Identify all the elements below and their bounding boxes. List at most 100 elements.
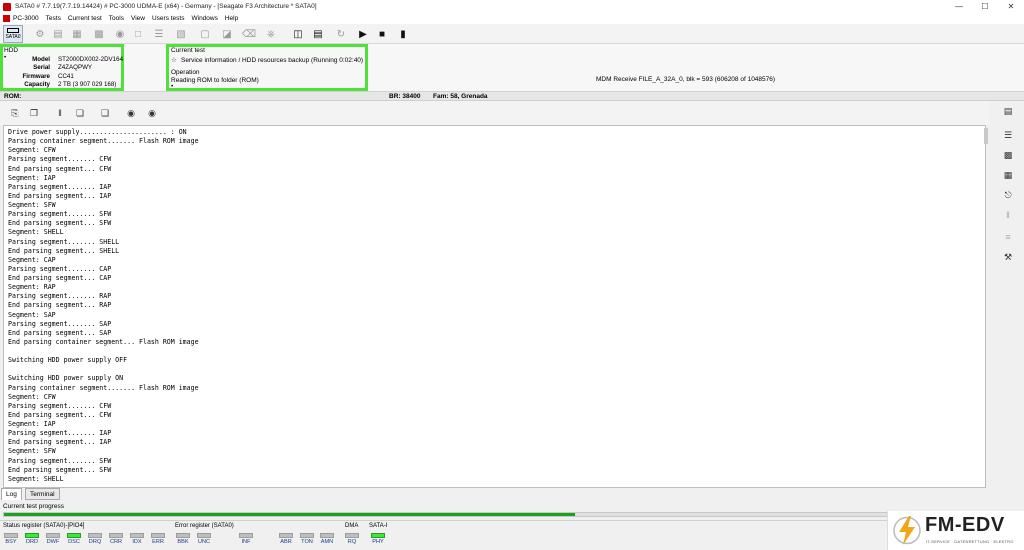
register-led (345, 533, 359, 538)
copy-log-icon[interactable]: ❐ (27, 106, 41, 120)
progress-bar (3, 512, 993, 517)
register-bit-name: BBK (177, 539, 189, 545)
log-line: End parsing segment... SAP (8, 328, 112, 337)
capacity-value: 2 TB (3 907 029 168) (58, 81, 117, 88)
settings-list-icon[interactable]: ≡ (999, 229, 1017, 245)
utility-icon[interactable]: ▤ (310, 26, 326, 42)
error-register-title: Error register (SATA0) (175, 523, 234, 529)
log-line: Segment: SHELL (8, 474, 64, 483)
log-line: Parsing segment....... RAP (8, 292, 112, 301)
log-line: Segment: CFW (8, 146, 56, 155)
sectors-icon[interactable]: ◉ (112, 26, 128, 42)
reset-icon[interactable]: ↻ (333, 26, 349, 42)
pause-small-icon[interactable]: ‖ (999, 207, 1017, 223)
sata-port-button[interactable]: SATA0 (3, 25, 23, 43)
clear-log-icon[interactable]: ❏ (73, 106, 87, 120)
menu-windows[interactable]: Windows (191, 15, 217, 22)
log-scrollbar-thumb[interactable] (984, 128, 988, 144)
model-key: Model (32, 56, 50, 63)
app-window: SATA0 # 7.7.19(7.7.19.14424) # PC-3000 U… (0, 0, 1024, 550)
register-bit-name: RQ (347, 539, 357, 545)
id-icon[interactable]: ▤ (50, 26, 66, 42)
pin-icon[interactable]: ⎋ (999, 187, 1017, 203)
register-bit-abr: ABR (278, 533, 294, 545)
menu-pc3000[interactable]: PC-3000 (13, 15, 39, 22)
progress-fill (4, 513, 576, 516)
register-bit-bsy: BSY (3, 533, 19, 545)
copy-icon[interactable]: ❑ (98, 106, 112, 120)
log-line: End parsing segment... IAP (8, 438, 112, 447)
hdd-section-label: HDD (4, 47, 19, 54)
register-bit-err: ERR (150, 533, 166, 545)
smart-icon[interactable]: ▦ (69, 26, 85, 42)
play-icon[interactable]: ▶ (355, 26, 371, 42)
baud-rate: BR: 38400 (389, 93, 421, 100)
defects-icon[interactable]: ▩ (91, 26, 107, 42)
stop-icon[interactable]: ■ (374, 26, 390, 42)
tab-terminal[interactable]: Terminal (25, 488, 60, 500)
log-output[interactable]: Drive power supply......................… (3, 125, 986, 488)
register-bit-name: PHY (372, 539, 384, 545)
menu-view[interactable]: View (131, 15, 145, 22)
log-line: Parsing segment....... SAP (8, 319, 112, 328)
log-line: End parsing segment... CFW (8, 410, 112, 419)
maximize-button[interactable]: ☐ (972, 0, 998, 13)
progress-section: Current test progress (0, 500, 1024, 520)
analyzer-icon[interactable]: ⎈ (263, 26, 279, 42)
modules-icon[interactable]: ◪ (219, 26, 235, 42)
log-line: End parsing segment... SFW (8, 219, 112, 228)
serial-value: Z4ZAQPWY (58, 64, 93, 71)
log-line: Parsing segment....... SHELL (8, 237, 120, 246)
menu-help[interactable]: Help (225, 15, 238, 22)
heads-map-icon[interactable]: □ (130, 26, 146, 42)
menu-tools[interactable]: Tools (109, 15, 124, 22)
star-icon: ☆ (171, 57, 177, 64)
register-bit-dsc: DSC (66, 533, 82, 545)
log-line: Switching HDD power supply ON (8, 374, 124, 383)
serial-key: Serial (33, 64, 50, 71)
search-binoculars-icon[interactable]: ◉ (124, 106, 138, 120)
log-line: Switching HDD power supply OFF (8, 356, 128, 365)
register-led (4, 533, 18, 538)
list-icon[interactable]: ☰ (999, 127, 1017, 143)
register-led (279, 533, 293, 538)
pause-icon[interactable]: ‖ (53, 106, 67, 120)
menu-users-tests[interactable]: Users tests (152, 15, 185, 22)
zone-icon[interactable]: ▧ (173, 26, 189, 42)
terminal-icon[interactable]: ⌫ (241, 26, 257, 42)
register-bit-name: DRD (25, 539, 39, 545)
chip-icon[interactable]: ▩ (999, 147, 1017, 163)
register-bit-name: AMN (320, 539, 334, 545)
reset-drive-icon[interactable]: ▦ (999, 167, 1017, 183)
minimize-button[interactable]: — (946, 0, 972, 13)
lightning-bolt-icon (893, 516, 921, 545)
app-icon (3, 2, 11, 11)
tracks-icon[interactable]: ☰ (151, 26, 167, 42)
pc3000-logo-icon (3, 15, 10, 22)
log-line: Parsing container segment....... Flash R… (8, 137, 199, 146)
register-bit-inf: INF (238, 533, 254, 545)
menu-tests[interactable]: Tests (46, 15, 61, 22)
logical-scan-icon[interactable]: ▢ (197, 26, 213, 42)
menu-current-test[interactable]: Current test (68, 15, 102, 22)
close-button[interactable]: ✕ (998, 0, 1024, 13)
tools-icon[interactable]: ⚒ (999, 249, 1017, 265)
windows-icon[interactable]: ◫ (290, 26, 306, 42)
log-line: Segment: SAP (8, 310, 56, 319)
tab-log[interactable]: Log (1, 488, 22, 500)
register-bit-drd: DRD (24, 533, 40, 545)
register-bit-amn: AMN (319, 533, 335, 545)
register-bit-name: CRR (109, 539, 123, 545)
search-next-binoculars-icon[interactable]: ◉ (145, 106, 159, 120)
terminal-window-icon[interactable]: ▤ (999, 103, 1017, 119)
register-led (88, 533, 102, 538)
log-line: Parsing segment....... CAP (8, 264, 112, 273)
save-log-icon[interactable]: ⎘ (8, 106, 22, 120)
brand-tagline: IT-SERVICE · DATENRETTUNG · ELEKTRO (926, 539, 1014, 544)
power-switch-icon[interactable]: ▮ (395, 26, 411, 42)
drive-info-icon[interactable]: ⚙ (32, 26, 48, 42)
model-value: ST2000DX002-2DV164 (58, 56, 124, 63)
register-led (320, 533, 334, 538)
register-bit-name: DWF (46, 539, 60, 545)
